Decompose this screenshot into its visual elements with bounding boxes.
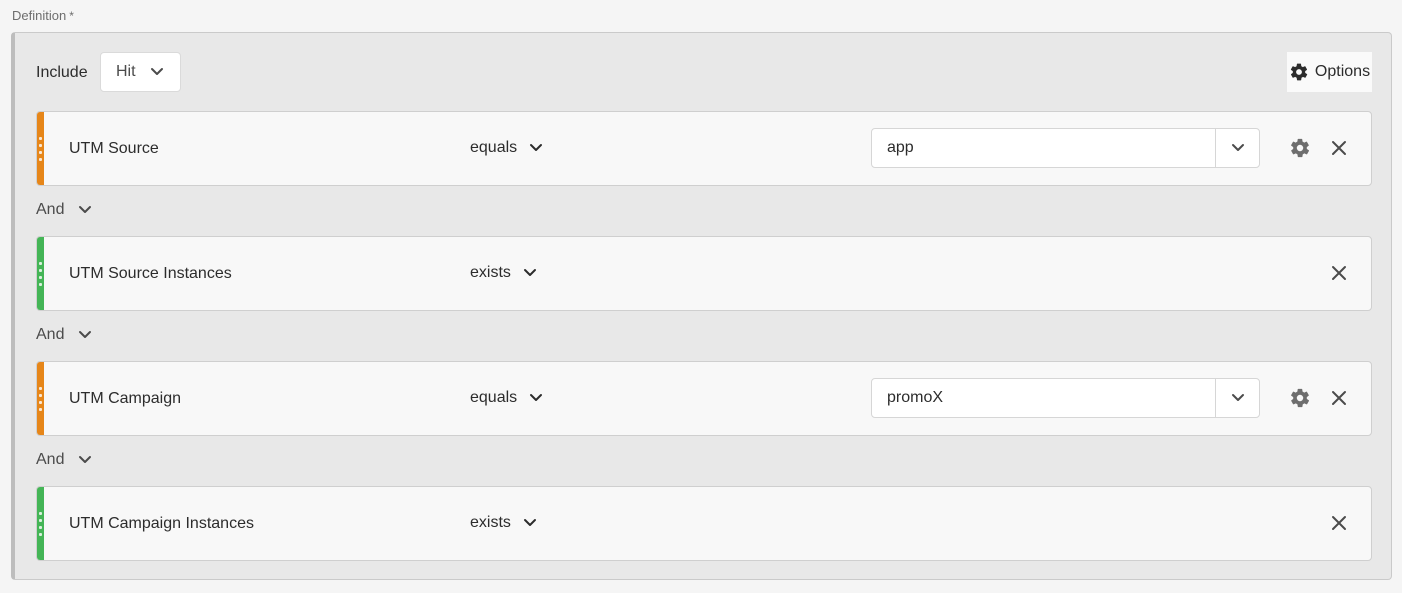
value-combobox[interactable]: app	[871, 128, 1260, 168]
operator-value: exists	[470, 264, 511, 281]
operator-value: equals	[470, 389, 518, 406]
chevron-down-icon	[529, 143, 543, 153]
required-asterisk: *	[69, 9, 74, 23]
operator-picker[interactable]: equals	[470, 389, 543, 407]
close-icon	[1331, 390, 1347, 406]
chevron-down-icon	[529, 393, 543, 403]
rule-row: UTM Source Instances exists	[36, 236, 1372, 311]
chevron-down-icon	[1231, 393, 1245, 403]
rule-field-label[interactable]: UTM Campaign	[69, 390, 181, 408]
close-icon	[1331, 140, 1347, 156]
close-icon	[1331, 265, 1347, 281]
operator-picker[interactable]: equals	[470, 139, 543, 157]
connector-value: And	[36, 201, 65, 218]
chevron-down-icon	[150, 67, 164, 77]
gear-icon	[1289, 137, 1311, 159]
rule-row: UTM Source equals app	[36, 111, 1372, 186]
remove-rule-button[interactable]	[1330, 264, 1348, 282]
metric-color-bar[interactable]	[37, 487, 44, 560]
drag-handle-icon[interactable]	[38, 387, 43, 411]
close-icon	[1331, 515, 1347, 531]
gear-icon	[1289, 387, 1311, 409]
connector-value: And	[36, 326, 65, 343]
options-button[interactable]: Options	[1287, 52, 1372, 92]
dimension-color-bar[interactable]	[37, 112, 44, 185]
definition-label: Definition *	[12, 8, 74, 23]
rule-field-label[interactable]: UTM Campaign Instances	[69, 515, 254, 533]
rule-row: UTM Campaign equals promoX	[36, 361, 1372, 436]
connector-picker[interactable]: And	[36, 326, 92, 344]
chevron-down-icon	[523, 518, 537, 528]
operator-picker[interactable]: exists	[470, 264, 537, 282]
chevron-down-icon	[78, 330, 92, 340]
rule-settings-button[interactable]	[1289, 387, 1311, 409]
value-input[interactable]: promoX	[872, 379, 1215, 417]
drag-handle-icon[interactable]	[38, 262, 43, 286]
value-combobox[interactable]: promoX	[871, 378, 1260, 418]
chevron-down-icon	[78, 205, 92, 215]
definition-label-text: Definition	[12, 8, 67, 23]
remove-rule-button[interactable]	[1330, 514, 1348, 532]
remove-rule-button[interactable]	[1330, 139, 1348, 157]
rule-settings-button[interactable]	[1289, 137, 1311, 159]
scope-picker-value: Hit	[116, 63, 136, 80]
operator-picker[interactable]: exists	[470, 514, 537, 532]
value-dropdown-button[interactable]	[1215, 379, 1259, 417]
scope-picker[interactable]: Hit	[100, 52, 181, 92]
remove-rule-button[interactable]	[1330, 389, 1348, 407]
chevron-down-icon	[78, 455, 92, 465]
value-input[interactable]: app	[872, 129, 1215, 167]
connector-value: And	[36, 451, 65, 468]
drag-handle-icon[interactable]	[38, 512, 43, 536]
dimension-color-bar[interactable]	[37, 362, 44, 435]
segment-definition-container: Include Hit Options UTM Source equals ap…	[11, 32, 1392, 580]
rule-row: UTM Campaign Instances exists	[36, 486, 1372, 561]
metric-color-bar[interactable]	[37, 237, 44, 310]
rule-field-label[interactable]: UTM Source Instances	[69, 265, 232, 283]
options-label: Options	[1314, 63, 1371, 80]
include-label: Include	[36, 64, 88, 81]
gear-icon	[1289, 62, 1309, 82]
operator-value: equals	[470, 139, 518, 156]
drag-handle-icon[interactable]	[38, 137, 43, 161]
rule-field-label[interactable]: UTM Source	[69, 140, 159, 158]
value-dropdown-button[interactable]	[1215, 129, 1259, 167]
chevron-down-icon	[1231, 143, 1245, 153]
operator-value: exists	[470, 514, 511, 531]
chevron-down-icon	[523, 268, 537, 278]
connector-picker[interactable]: And	[36, 451, 92, 469]
connector-picker[interactable]: And	[36, 201, 92, 219]
